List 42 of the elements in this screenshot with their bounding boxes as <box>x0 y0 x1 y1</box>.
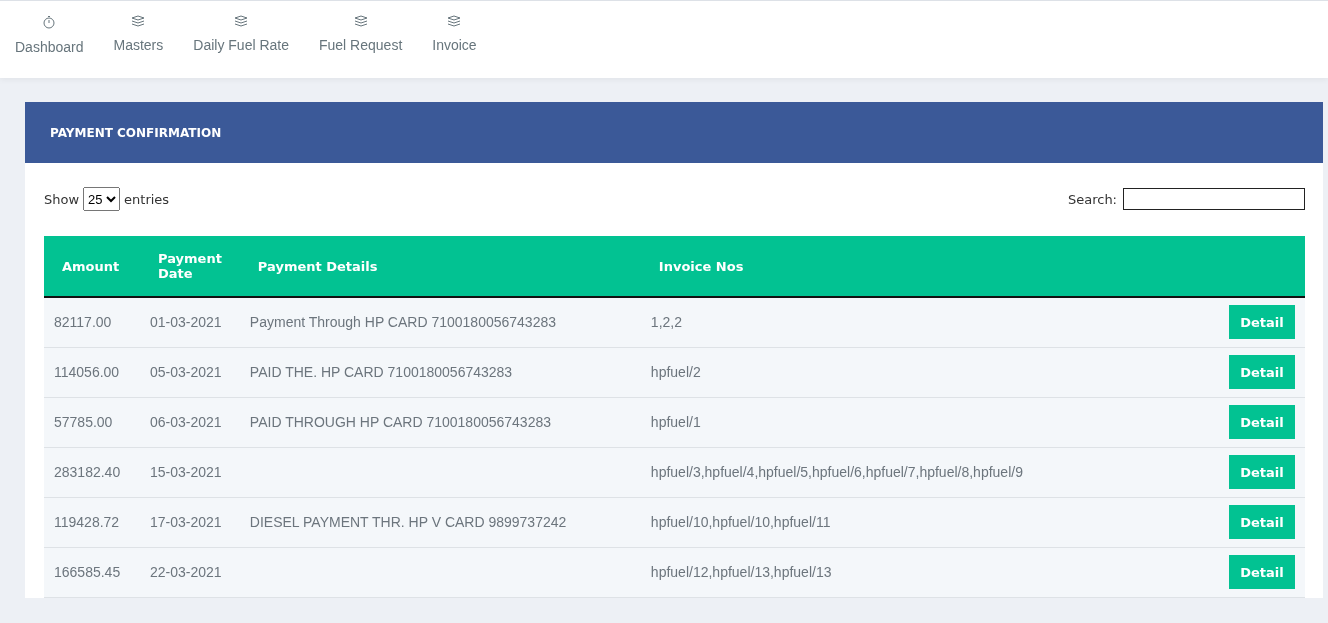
table-cell: 114056.00 <box>54 364 120 380</box>
nav-link[interactable]: Masters <box>113 1 164 78</box>
nav-link[interactable]: Daily Fuel Rate <box>193 1 289 78</box>
table-cell: 22-03-2021 <box>150 564 222 580</box>
table-cell: hpfuel/3,hpfuel/4,hpfuel/5,hpfuel/6,hpfuel/7,hpfuel/8,hpfuel/9 <box>650 464 1023 480</box>
table-cell: 17-03-2021 <box>150 514 222 530</box>
column-header: Invoice Nos <box>640 236 1186 297</box>
table-cell: hpfuel/1 <box>650 414 701 430</box>
table-cell: DIESEL PAYMENT THR. HP V CARD 9899737242 <box>249 514 567 530</box>
table-cell: 119428.72 <box>54 514 120 530</box>
table-cell: 283182.40 <box>54 464 121 480</box>
table-cell: 82117.00 <box>54 314 112 331</box>
nav-link[interactable]: Fuel Request <box>319 1 403 78</box>
table-cell: PAID THROUGH HP CARD 7100180056743283 <box>249 414 552 430</box>
entries-select[interactable]: 25 <box>83 187 121 211</box>
nav-link[interactable]: Invoice <box>432 1 477 78</box>
table-cell: Payment Through HP CARD 7100180056743283 <box>249 314 556 331</box>
layers-icon <box>447 15 462 27</box>
layers-icon <box>234 15 249 27</box>
panel-header: PAYMENT CONFIRMATION <box>25 102 1323 163</box>
table-cell: 166585.45 <box>54 564 121 580</box>
show-label: Show <box>44 191 80 207</box>
entries-label: entries <box>124 191 170 207</box>
column-header: Payment Details <box>239 236 641 297</box>
table-cell: hpfuel/12,hpfuel/13,hpfuel/13 <box>650 564 832 580</box>
column-header: Payment Date <box>140 236 240 297</box>
table-cell: hpfuel/10,hpfuel/10,hpfuel/11 <box>650 514 831 530</box>
table-cell: hpfuel/2 <box>650 364 701 380</box>
table-cell: 1,2,2 <box>650 314 682 331</box>
table-cell: 06-03-2021 <box>150 414 222 430</box>
stopwatch-icon <box>42 15 57 29</box>
nav-link[interactable]: Dashboard <box>15 1 84 78</box>
table-cell: PAID THE. HP CARD 7100180056743283 <box>249 364 513 380</box>
table-cell: 05-03-2021 <box>150 364 222 380</box>
layers-icon <box>131 15 146 27</box>
search-field[interactable] <box>1123 188 1305 210</box>
column-header: Amount <box>44 236 140 297</box>
table-cell: 57785.00 <box>54 414 113 430</box>
table-cell: 15-03-2021 <box>150 464 222 480</box>
table-cell: 01-03-2021 <box>150 314 222 331</box>
search-label: Search: <box>1067 191 1117 207</box>
layers-icon <box>353 15 368 27</box>
